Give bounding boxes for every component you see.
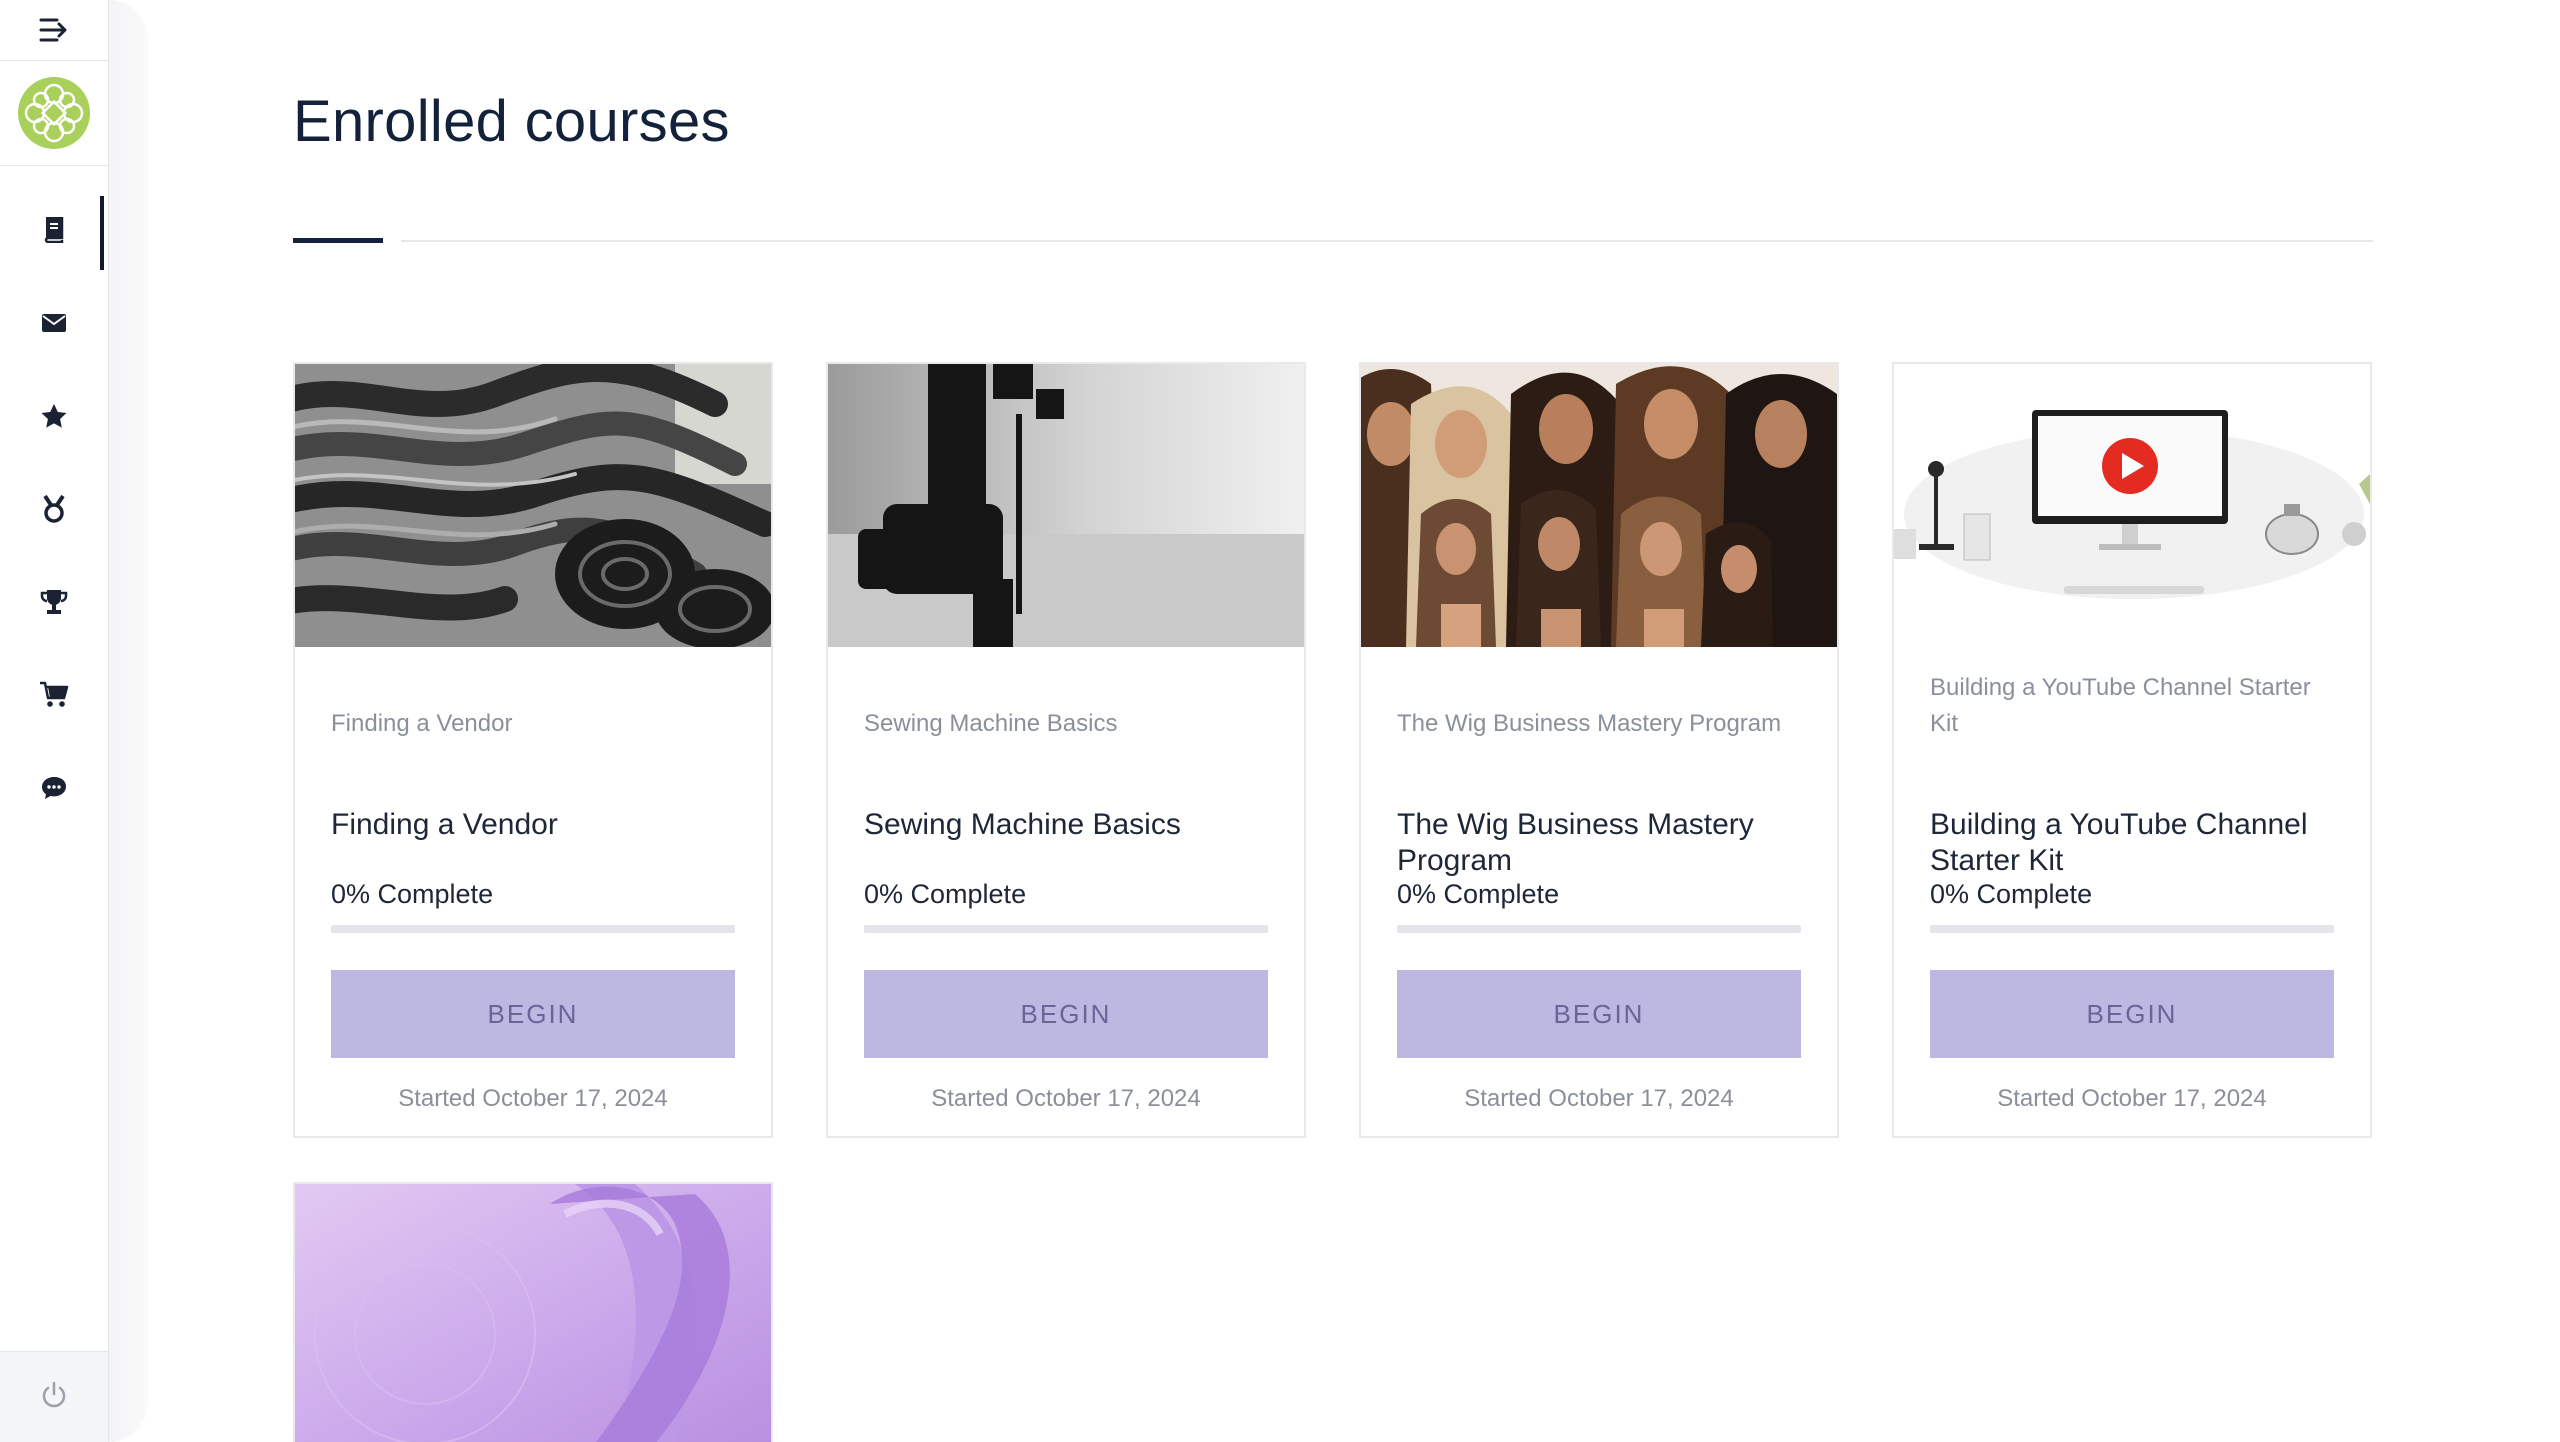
course-subtitle: Sewing Machine Basics — [864, 710, 1118, 737]
begin-button[interactable]: BEGIN — [864, 970, 1268, 1058]
menu-toggle-icon[interactable] — [0, 0, 108, 61]
course-card[interactable] — [293, 1182, 773, 1442]
begin-button[interactable]: BEGIN — [1397, 970, 1801, 1058]
sidebar-nav — [0, 186, 108, 837]
course-thumbnail — [1361, 364, 1837, 647]
chat-icon — [40, 775, 68, 806]
course-title[interactable]: Sewing Machine Basics — [864, 807, 1268, 843]
progress-bar — [864, 925, 1268, 933]
course-card[interactable]: Building a YouTube Channel Starter Kit B… — [1892, 362, 2372, 1138]
progress-bar — [331, 925, 735, 933]
course-title[interactable]: Building a YouTube Channel Starter Kit — [1930, 807, 2334, 879]
book-icon — [42, 216, 66, 248]
card-body: The Wig Business Mastery Program The Wig… — [1397, 647, 1801, 1136]
sidebar-shadow — [108, 0, 148, 1442]
course-subtitle: Finding a Vendor — [331, 710, 513, 737]
divider — [401, 240, 2373, 242]
begin-button[interactable]: BEGIN — [331, 970, 735, 1058]
progress-label: 0% Complete — [1397, 879, 1560, 909]
card-body: Sewing Machine Basics Sewing Machine Bas… — [864, 647, 1268, 1136]
course-thumbnail — [1894, 364, 2370, 647]
star-icon — [40, 403, 68, 434]
course-title[interactable]: Finding a Vendor — [331, 807, 735, 843]
page-title: Enrolled courses — [293, 89, 730, 154]
sidebar-item-chat[interactable] — [0, 744, 108, 837]
logo[interactable] — [0, 61, 108, 166]
progress-bar — [1397, 925, 1801, 933]
sidebar-item-messages[interactable] — [0, 279, 108, 372]
sidebar-item-achievements[interactable] — [0, 465, 108, 558]
course-thumbnail — [295, 1184, 771, 1442]
started-date: Started October 17, 2024 — [931, 1085, 1201, 1112]
medal-icon — [42, 494, 66, 528]
sidebar-item-leaderboard[interactable] — [0, 558, 108, 651]
trophy-icon — [40, 588, 68, 621]
progress-bar — [1930, 925, 2334, 933]
started-date: Started October 17, 2024 — [1997, 1085, 2267, 1112]
course-title[interactable]: The Wig Business Mastery Program — [1397, 807, 1801, 879]
divider-accent — [293, 238, 383, 243]
sidebar-item-shop[interactable] — [0, 651, 108, 744]
cart-icon — [39, 681, 69, 714]
progress-label: 0% Complete — [864, 879, 1027, 909]
course-card[interactable]: The Wig Business Mastery Program The Wig… — [1359, 362, 1839, 1138]
sidebar-item-favorites[interactable] — [0, 372, 108, 465]
sidebar — [0, 0, 109, 1442]
sidebar-item-courses[interactable] — [0, 186, 108, 279]
course-subtitle: The Wig Business Mastery Program — [1397, 710, 1782, 737]
progress-label: 0% Complete — [1930, 879, 2093, 909]
course-thumbnail — [828, 364, 1304, 647]
course-card[interactable]: Sewing Machine Basics Sewing Machine Bas… — [826, 362, 1306, 1138]
card-body: Finding a Vendor Finding a Vendor 0% Com… — [331, 647, 735, 1136]
course-subtitle: Building a YouTube Channel Starter Kit — [1930, 674, 2311, 737]
card-body: Building a YouTube Channel Starter Kit B… — [1930, 647, 2334, 1136]
power-icon — [40, 1381, 68, 1414]
started-date: Started October 17, 2024 — [398, 1085, 668, 1112]
started-date: Started October 17, 2024 — [1464, 1085, 1734, 1112]
mail-icon — [41, 313, 67, 338]
course-card[interactable]: Finding a Vendor Finding a Vendor 0% Com… — [293, 362, 773, 1138]
logout-button[interactable] — [0, 1351, 108, 1442]
course-thumbnail — [295, 364, 771, 647]
progress-label: 0% Complete — [331, 879, 494, 909]
begin-button[interactable]: BEGIN — [1930, 970, 2334, 1058]
